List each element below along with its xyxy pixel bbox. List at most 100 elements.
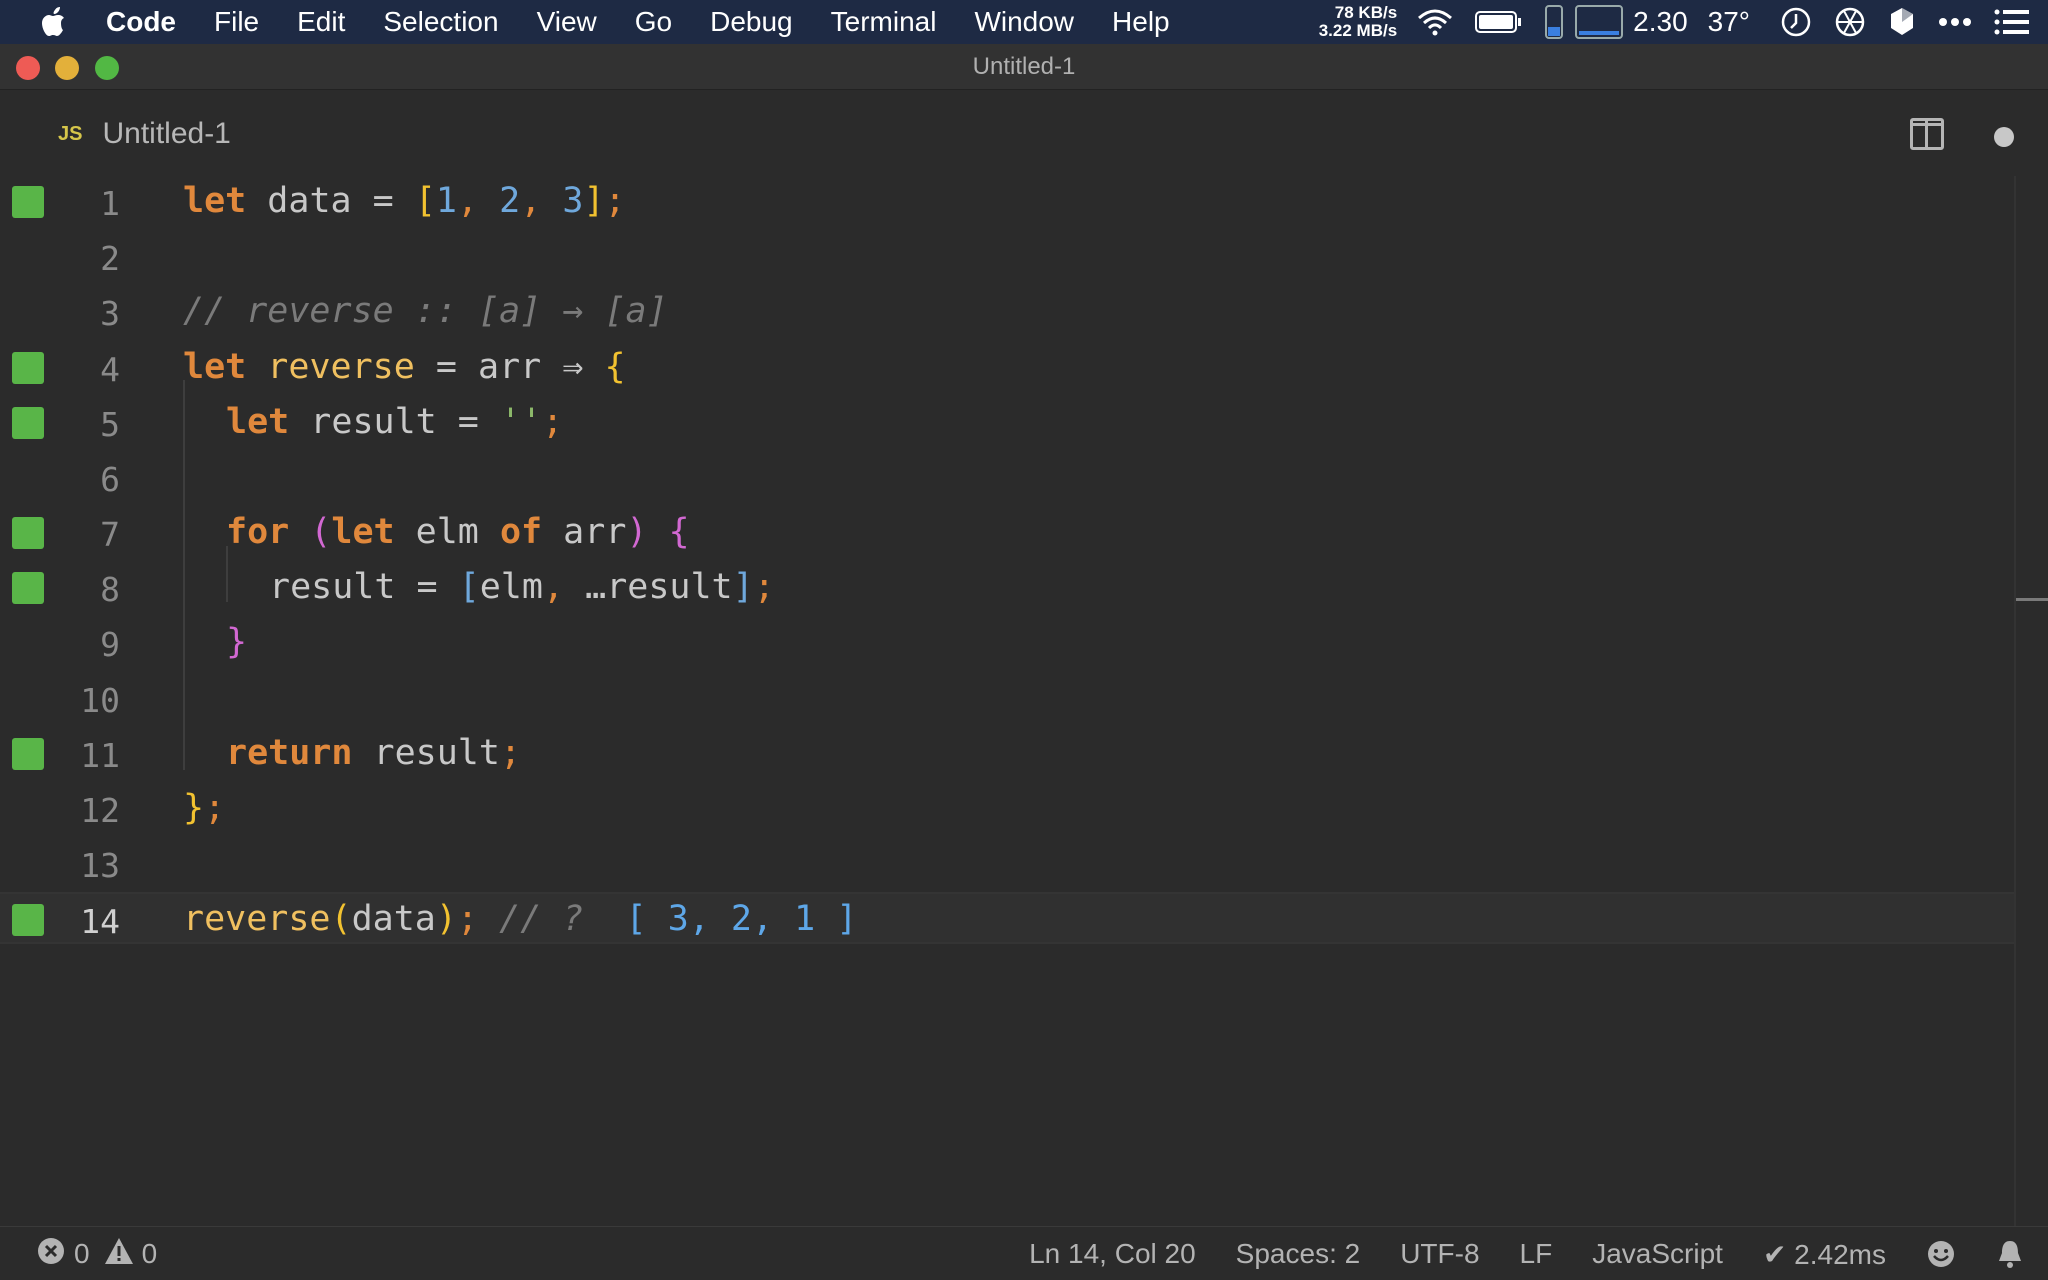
window-titlebar[interactable]: Untitled-1	[0, 44, 2048, 90]
line-number: 13	[80, 846, 120, 885]
line-number: 1	[100, 184, 120, 223]
unsaved-changes-icon[interactable]	[1994, 127, 2014, 147]
code-line-9[interactable]: 9 }	[0, 617, 2014, 669]
code-text: return result;	[226, 733, 522, 773]
code-line-7[interactable]: 7 for (let elm of arr) {	[0, 507, 2014, 559]
coverage-marker	[12, 407, 44, 439]
code-text: let result = '';	[226, 402, 564, 442]
code-editor[interactable]: 1 let data = [1, 2, 3]; 2 3 // reverse :…	[0, 176, 2048, 1226]
cpu-temperature[interactable]: 37°	[1708, 6, 1750, 38]
encoding[interactable]: UTF-8	[1400, 1238, 1479, 1270]
memory-gauge-icon[interactable]	[1545, 5, 1564, 39]
coverage-marker	[12, 352, 44, 384]
line-number: 11	[80, 736, 120, 775]
cpu-graph-icon[interactable]	[1575, 5, 1624, 39]
maximize-window-button[interactable]	[95, 56, 119, 80]
smiley-icon[interactable]	[1926, 1239, 1956, 1269]
menu-help[interactable]: Help	[1112, 6, 1170, 38]
line-number: 10	[80, 681, 120, 720]
vertical-scrollbar[interactable]	[2014, 176, 2016, 1226]
split-editor-icon[interactable]	[1910, 118, 1944, 150]
code-text: result = [elm, …result];	[269, 567, 775, 607]
cursor-position[interactable]: Ln 14, Col 20	[1029, 1238, 1196, 1270]
coverage-marker	[12, 186, 44, 218]
code-line-13[interactable]: 13	[0, 838, 2014, 890]
warning-count: 0	[141, 1238, 158, 1269]
coverage-marker	[12, 517, 44, 549]
dropbox-icon[interactable]	[1888, 6, 1916, 38]
error-count: 0	[74, 1238, 90, 1269]
code-text: };	[183, 788, 226, 828]
code-line-4[interactable]: 4 let reverse = arr ⇒ {	[0, 342, 2014, 394]
problems-indicator[interactable]: 0 0	[36, 1227, 171, 1280]
close-window-button[interactable]	[16, 56, 40, 80]
language-mode[interactable]: JavaScript	[1592, 1238, 1723, 1270]
net-down: 3.22 MB/s	[1318, 21, 1398, 40]
line-number: 14	[80, 902, 120, 941]
code-line-10[interactable]: 10	[0, 673, 2014, 725]
line-number: 12	[80, 791, 120, 830]
list-icon[interactable]	[1994, 9, 2030, 35]
indentation[interactable]: Spaces: 2	[1236, 1238, 1361, 1270]
code-line-8[interactable]: 8 result = [elm, …result];	[0, 562, 2014, 614]
inline-result: [ 3, 2, 1 ]	[604, 899, 858, 939]
line-number: 9	[100, 625, 120, 664]
cpu-load[interactable]: 2.30	[1633, 6, 1688, 38]
code-comment: // reverse :: [a] → [a]	[183, 291, 668, 331]
menu-go[interactable]: Go	[635, 6, 672, 38]
aperture-icon[interactable]	[1834, 6, 1866, 38]
coverage-marker	[12, 572, 44, 604]
code-text: }	[226, 622, 248, 662]
menu-code[interactable]: Code	[106, 6, 176, 38]
code-line-11[interactable]: 11 return result;	[0, 728, 2014, 780]
line-number: 3	[100, 294, 120, 333]
code-line-6[interactable]: 6	[0, 452, 2014, 504]
tab-label: Untitled-1	[102, 117, 231, 150]
code-text: reverse(data); // ? [ 3, 2, 1 ]	[183, 899, 858, 939]
bell-icon[interactable]	[1996, 1239, 2024, 1269]
code-text: let reverse = arr ⇒ {	[183, 347, 626, 387]
line-number: 2	[100, 239, 120, 278]
network-speed[interactable]: 78 KB/s 3.22 MB/s	[1319, 4, 1397, 40]
code-line-12[interactable]: 12 };	[0, 783, 2014, 835]
warning-icon	[104, 1237, 134, 1272]
coverage-marker	[12, 738, 44, 770]
menu-debug[interactable]: Debug	[710, 6, 793, 38]
line-number: 4	[100, 350, 120, 389]
wifi-icon[interactable]	[1417, 8, 1453, 36]
menu-edit[interactable]: Edit	[297, 6, 345, 38]
clock-icon[interactable]	[1780, 6, 1812, 38]
menu-terminal[interactable]: Terminal	[831, 6, 937, 38]
more-icon[interactable]	[1938, 17, 1972, 27]
battery-icon[interactable]	[1475, 10, 1523, 34]
editor-tabbar: JS Untitled-1	[0, 90, 2048, 176]
apple-icon[interactable]	[40, 6, 70, 38]
line-number: 8	[100, 570, 120, 609]
code-line-3[interactable]: 3 // reverse :: [a] → [a]	[0, 286, 2014, 338]
coverage-marker	[12, 904, 44, 936]
code-text: for (let elm of arr) {	[226, 512, 690, 552]
menu-selection[interactable]: Selection	[383, 6, 498, 38]
line-number: 5	[100, 405, 120, 444]
code-line-1[interactable]: 1 let data = [1, 2, 3];	[0, 176, 2014, 228]
javascript-file-icon: JS	[58, 122, 83, 145]
error-icon	[36, 1236, 66, 1273]
menu-file[interactable]: File	[214, 6, 259, 38]
line-ending[interactable]: LF	[1520, 1238, 1553, 1270]
status-bar: 0 0 Ln 14, Col 20 Spaces: 2 UTF-8 LF Jav…	[0, 1226, 2048, 1280]
quokka-timing[interactable]: ✔ 2.42ms	[1763, 1238, 1886, 1271]
minimize-window-button[interactable]	[55, 56, 79, 80]
menubar-tray: 78 KB/s 3.22 MB/s 2.30 37°	[1319, 0, 2048, 44]
window-title: Untitled-1	[972, 52, 1076, 80]
code-line-14[interactable]: 14 reverse(data); // ? [ 3, 2, 1 ]	[0, 892, 2014, 944]
scroll-cursor-marker	[2016, 598, 2048, 601]
code-line-2[interactable]: 2	[0, 231, 2014, 283]
status-right: Ln 14, Col 20 Spaces: 2 UTF-8 LF JavaScr…	[989, 1227, 2024, 1280]
menu-view[interactable]: View	[537, 6, 597, 38]
net-up: 78 KB/s	[1334, 3, 1398, 22]
macos-menubar: Code File Edit Selection View Go Debug T…	[0, 0, 2048, 44]
line-number: 7	[100, 515, 120, 554]
code-line-5[interactable]: 5 let result = '';	[0, 397, 2014, 449]
tab-untitled-1[interactable]: JS Untitled-1	[58, 114, 231, 154]
menu-window[interactable]: Window	[974, 6, 1074, 38]
